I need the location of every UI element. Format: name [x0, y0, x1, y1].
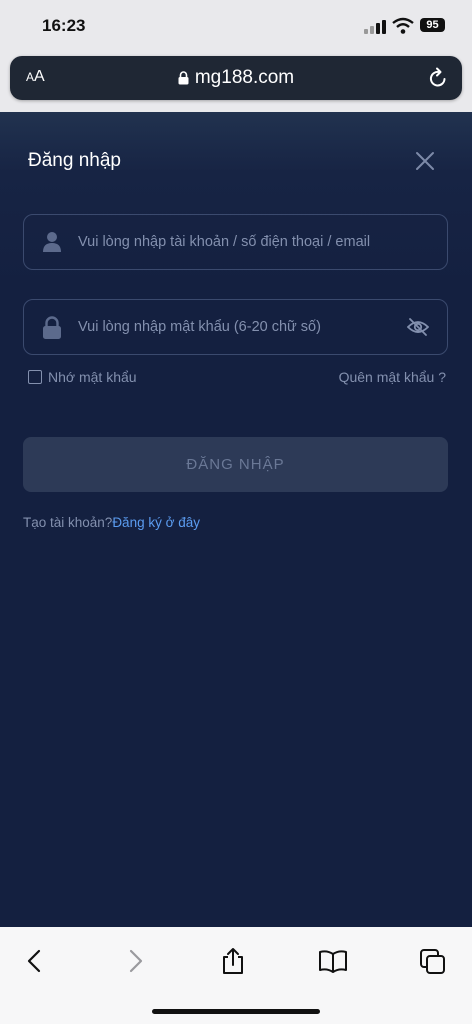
page-title: Đăng nhập [28, 150, 121, 171]
remember-label: Nhớ mật khẩu [48, 369, 137, 385]
lock-icon [178, 71, 189, 85]
tabs-icon[interactable] [418, 947, 448, 975]
eye-off-icon[interactable] [407, 317, 429, 337]
remember-checkbox[interactable] [28, 370, 42, 384]
signal-icon [364, 20, 386, 34]
battery-icon: 95 [420, 18, 445, 32]
url-display[interactable]: mg188.com [10, 67, 462, 89]
forward-icon[interactable] [120, 947, 150, 975]
username-field[interactable] [23, 214, 448, 270]
browser-address-area: AA mg188.com [0, 52, 472, 112]
password-field[interactable] [23, 299, 448, 355]
remember-password[interactable]: Nhớ mật khẩu [28, 369, 137, 385]
status-time: 16:23 [42, 16, 86, 35]
url-text: mg188.com [194, 67, 295, 88]
padlock-icon [43, 316, 61, 339]
login-button[interactable]: ĐĂNG NHẬP [23, 437, 448, 492]
login-panel: Đăng nhập Nhớ mật khẩu Quên mật khẩu ? Đ… [0, 112, 472, 927]
reload-icon[interactable] [428, 67, 448, 89]
forgot-password-link[interactable]: Quên mật khẩu ? [339, 369, 446, 385]
password-input[interactable] [78, 300, 408, 354]
home-indicator [152, 1009, 320, 1014]
back-icon[interactable] [20, 947, 50, 975]
signup-link[interactable]: Đăng ký ở đây [112, 515, 200, 530]
address-bar[interactable]: AA mg188.com [10, 56, 462, 100]
signup-prompt-text: Tạo tài khoản? [23, 515, 113, 530]
user-icon [43, 232, 61, 252]
status-bar: 16:23 95 [0, 0, 472, 52]
signup-prompt: Tạo tài khoản?Đăng ký ở đây [23, 515, 200, 530]
wifi-icon [392, 17, 414, 34]
share-icon[interactable] [218, 947, 248, 975]
close-icon[interactable] [414, 150, 436, 172]
username-input[interactable] [78, 215, 408, 269]
bookmarks-icon[interactable] [318, 947, 348, 975]
